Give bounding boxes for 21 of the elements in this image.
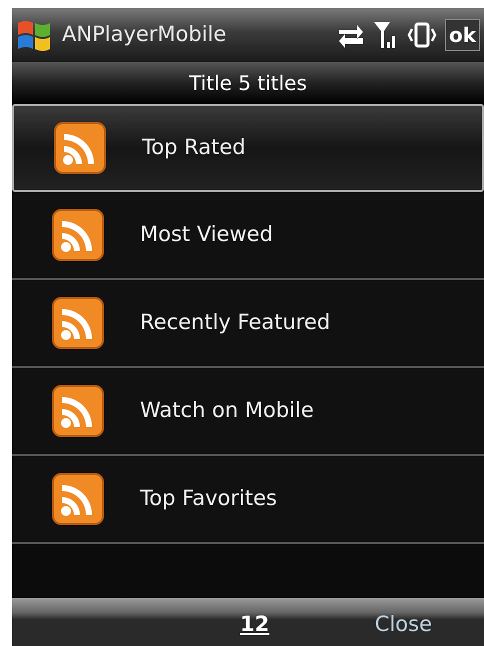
rss-icon bbox=[52, 297, 104, 349]
rss-icon bbox=[52, 385, 104, 437]
item-label: Recently Featured bbox=[140, 309, 330, 336]
item-label: Top Favorites bbox=[140, 485, 277, 512]
item-label: Watch on Mobile bbox=[140, 397, 314, 424]
feed-list-item[interactable]: Watch on Mobile bbox=[12, 368, 484, 456]
ok-button[interactable]: ok bbox=[444, 19, 480, 51]
close-soft-key[interactable]: Close bbox=[374, 608, 432, 640]
rss-icon bbox=[52, 473, 104, 525]
rss-icon bbox=[52, 209, 104, 261]
feed-list-item[interactable]: Most Viewed bbox=[12, 192, 484, 280]
item-label: Top Rated bbox=[142, 134, 246, 162]
app-title: ANPlayerMobile bbox=[62, 21, 228, 48]
item-label: Most Viewed bbox=[140, 221, 273, 248]
list-title: Title 5 titles bbox=[189, 70, 307, 97]
feed-list-item[interactable]: Top Favorites bbox=[12, 456, 484, 544]
left-soft-key[interactable]: 12 bbox=[240, 608, 270, 640]
vibrate-icon bbox=[406, 21, 437, 49]
feed-list-item[interactable]: Top Rated bbox=[12, 104, 484, 192]
feed-list-item[interactable]: Recently Featured bbox=[12, 280, 484, 368]
rss-icon bbox=[54, 122, 106, 174]
